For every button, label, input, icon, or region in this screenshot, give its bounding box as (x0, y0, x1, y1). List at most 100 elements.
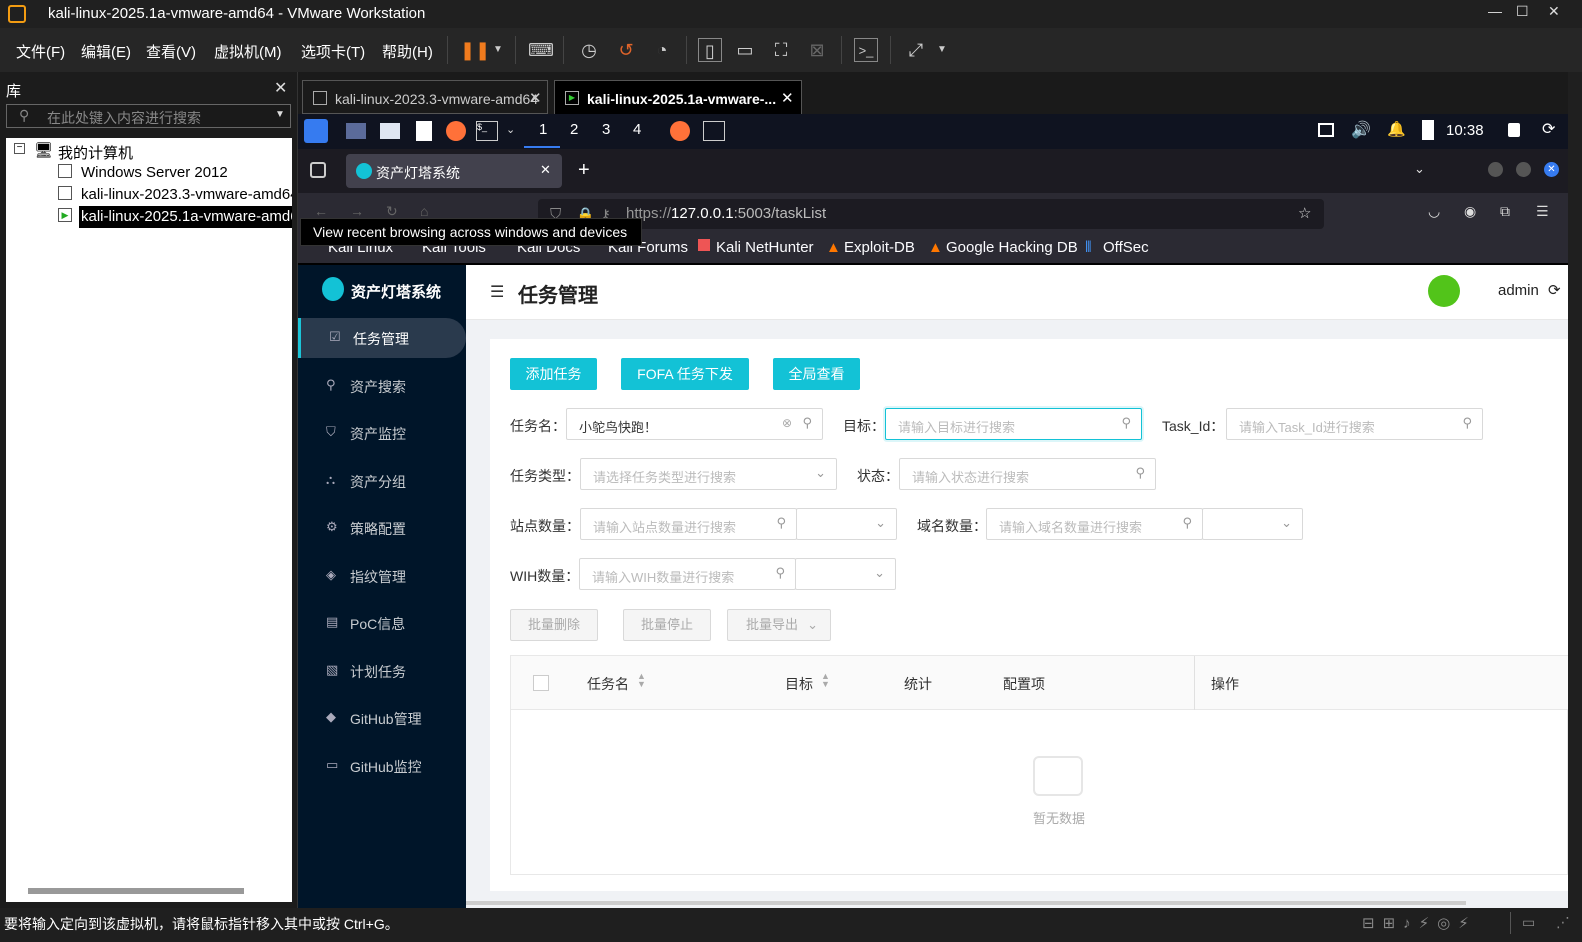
username[interactable]: admin (1498, 282, 1539, 299)
terminal-icon[interactable]: $_ (476, 121, 498, 141)
nav-asset-group[interactable]: ⛬ 资产分组 (298, 461, 466, 501)
minimize-button[interactable]: — (1488, 3, 1502, 19)
show-desktop-icon[interactable] (346, 123, 366, 139)
site-count-operator-select[interactable]: ⌄ (796, 508, 897, 540)
menu-help[interactable]: 帮助(H) (382, 41, 433, 62)
firefox-window-icon[interactable] (670, 121, 690, 141)
nav-asset-search[interactable]: ⚲ 资产搜索 (298, 366, 466, 406)
library-scrollbar[interactable] (6, 880, 292, 902)
clock[interactable]: 10:38 (1446, 122, 1484, 139)
close-tab-icon[interactable]: ✕ (540, 162, 551, 178)
bookmark-star-icon[interactable]: ☆ (1298, 204, 1311, 222)
url-bar[interactable]: ⛉ 🔒 ⚷ https://127.0.0.1:5003/taskList ☆ (538, 199, 1324, 229)
add-task-button[interactable]: 添加任务 (510, 358, 597, 390)
workspace-3[interactable]: 3 (602, 121, 610, 138)
bookmark-exploit-db[interactable]: Exploit-DB (844, 239, 915, 256)
domain-count-input[interactable]: 请输入域名数量进行搜索 ⚲ (986, 508, 1203, 540)
search-icon[interactable]: ⚲ (1121, 415, 1131, 431)
workspace-4[interactable]: 4 (633, 121, 641, 138)
nav-fingerprint[interactable]: ◈ 指纹管理 (298, 556, 466, 596)
target-input[interactable]: 请输入目标进行搜索 ⚲ (885, 408, 1142, 440)
logout-icon[interactable]: ⟳ (1548, 281, 1561, 299)
vm-tab-kali-2025[interactable]: ▶ kali-linux-2025.1a-vmware-... ✕ (554, 80, 802, 114)
nav-asset-monitor[interactable]: ⛉ 资产监控 (298, 413, 466, 453)
firefox-icon[interactable] (446, 121, 466, 141)
clear-icon[interactable]: ⊗ (782, 416, 792, 430)
maximize-browser-button[interactable] (1516, 162, 1531, 177)
close-browser-button[interactable]: ✕ (1544, 162, 1559, 177)
guest-screen[interactable]: $_ ⌄ 1 2 3 4 🔊 🔔 10:38 ⟳ 资产灯塔系统 ✕ + ⌄ ✕ … (298, 114, 1568, 908)
wih-count-input[interactable]: 请输入WIH数量进行搜索 ⚲ (579, 558, 796, 590)
menu-tabs[interactable]: 选项卡(T) (301, 41, 365, 62)
tree-item-kali-2025[interactable]: ▶ kali-linux-2025.1a-vmware-amd64 (6, 206, 292, 228)
fullscreen-icon[interactable]: ⛶ (769, 38, 793, 62)
horizontal-scrollbar[interactable] (466, 901, 1466, 905)
extensions-icon[interactable]: ⧉ (1500, 203, 1510, 220)
new-tab-icon[interactable]: + (578, 159, 590, 182)
avatar[interactable] (1428, 275, 1460, 307)
display-icon[interactable] (1318, 123, 1334, 137)
select-all-checkbox[interactable] (533, 675, 549, 691)
bookmark-offsec[interactable]: OffSec (1103, 239, 1149, 256)
battery-icon[interactable] (1422, 120, 1434, 140)
vm-tab-kali-2023[interactable]: kali-linux-2023.3-vmware-amd64 ✕ (302, 80, 548, 114)
pause-icon[interactable]: ❚❚ (460, 38, 490, 62)
nav-scheduled-task[interactable]: ▧ 计划任务 (298, 651, 466, 691)
menu-file[interactable]: 文件(F) (16, 41, 65, 62)
message-icon[interactable]: ▭ (1522, 914, 1535, 931)
taskid-input[interactable]: 请输入Task_Id进行搜索 ⚲ (1226, 408, 1483, 440)
bookmark-kali-nethunter[interactable]: Kali NetHunter (716, 239, 814, 256)
device-icons[interactable]: ⊟⊞♪⚡◎⚡ (1362, 914, 1477, 932)
collapse-icon[interactable]: − (14, 143, 25, 154)
chevron-down-icon[interactable]: ▼ (486, 38, 510, 62)
minimize-browser-button[interactable] (1488, 162, 1503, 177)
batch-stop-button[interactable]: 批量停止 (623, 609, 711, 641)
menu-icon[interactable]: ☰ (1536, 203, 1549, 220)
send-keys-icon[interactable]: ⌨ (528, 38, 554, 62)
home-icon[interactable]: ⌂ (420, 203, 428, 219)
library-search-input[interactable]: ⚲ 在此处键入内容进行搜索 ▼ (6, 104, 291, 128)
domain-count-operator-select[interactable]: ⌄ (1202, 508, 1303, 540)
site-count-input[interactable]: 请输入站点数量进行搜索 ⚲ (580, 508, 797, 540)
close-tab-icon[interactable]: ✕ (781, 89, 794, 107)
workspace-1[interactable]: 1 (539, 121, 547, 138)
nav-task-management[interactable]: ☑ 任务管理 (298, 318, 466, 358)
terminal-window-icon[interactable] (703, 121, 725, 141)
search-icon[interactable]: ⚲ (775, 565, 785, 581)
menu-vm[interactable]: 虚拟机(M) (214, 41, 282, 62)
close-icon[interactable]: ✕ (274, 78, 287, 98)
chevron-down-icon[interactable]: ▼ (930, 38, 954, 62)
state-input[interactable]: 请输入状态进行搜索 ⚲ (899, 458, 1156, 490)
sort-icon[interactable]: ▲ ▼ (637, 672, 646, 689)
sort-icon[interactable]: ▲ ▼ (821, 672, 830, 689)
maximize-button[interactable]: ☐ (1516, 3, 1529, 20)
snapshot-icon[interactable]: ◷ (577, 38, 601, 62)
logout-icon[interactable]: ⟳ (1542, 119, 1555, 139)
lock-icon[interactable] (1508, 123, 1520, 137)
wih-count-operator-select[interactable]: ⌄ (795, 558, 896, 590)
resize-grip-icon[interactable]: ⋰ (1556, 914, 1570, 931)
column-target[interactable]: 目标 (785, 674, 813, 694)
menu-edit[interactable]: 编辑(E) (81, 41, 131, 62)
revert-snapshot-icon[interactable]: ↺ (614, 38, 638, 62)
search-icon[interactable]: ⚲ (1462, 415, 1472, 431)
close-window-button[interactable]: ✕ (1548, 3, 1560, 20)
tree-item-windows-server[interactable]: Windows Server 2012 (6, 162, 292, 184)
search-icon[interactable]: ⚲ (776, 515, 786, 531)
fofa-task-button[interactable]: FOFA 任务下发 (621, 358, 749, 390)
batch-delete-button[interactable]: 批量删除 (510, 609, 598, 641)
global-view-button[interactable]: 全局查看 (773, 358, 860, 390)
file-manager-icon[interactable] (380, 123, 400, 139)
menu-view[interactable]: 查看(V) (146, 41, 196, 62)
account-icon[interactable]: ◉ (1464, 203, 1476, 220)
close-tab-icon[interactable]: ✕ (529, 89, 542, 107)
unity-icon[interactable]: ⊠ (805, 38, 829, 62)
console-icon[interactable]: >_ (854, 38, 878, 62)
nav-github-monitor[interactable]: ▭ GitHub监控 (298, 746, 466, 786)
nav-policy-config[interactable]: ⚙ 策略配置 (298, 508, 466, 548)
search-icon[interactable]: ⚲ (1135, 465, 1145, 481)
library-view-icon[interactable]: ▯ (698, 38, 722, 62)
text-editor-icon[interactable] (416, 121, 432, 141)
bell-icon[interactable]: 🔔 (1387, 120, 1406, 138)
thumbnail-view-icon[interactable]: ▭ (733, 38, 757, 62)
